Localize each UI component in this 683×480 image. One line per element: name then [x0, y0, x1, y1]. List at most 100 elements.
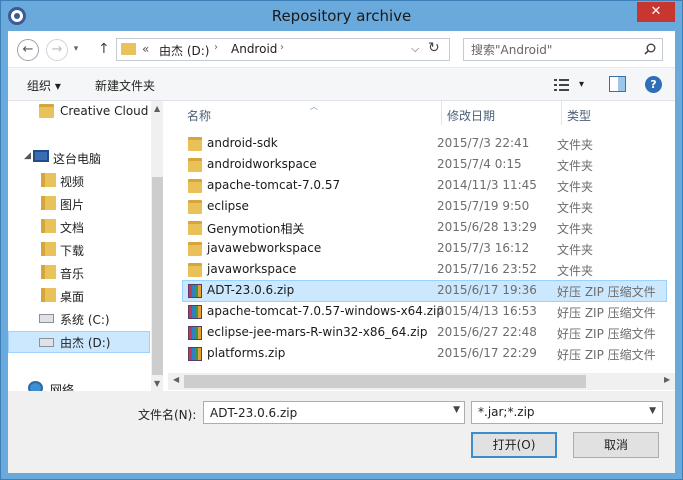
- new-folder-button[interactable]: 新建文件夹: [95, 77, 155, 94]
- chevron-down-icon[interactable]: ▼: [453, 405, 460, 415]
- file-row[interactable]: eclipse-jee-mars-R-win32-x86_64.zip 2015…: [182, 323, 667, 343]
- music-folder-icon: [41, 265, 56, 279]
- file-type: 好压 ZIP 压缩文件: [557, 285, 656, 299]
- forward-button[interactable]: →: [46, 39, 68, 61]
- column-divider[interactable]: [561, 101, 562, 125]
- sidebar-item-label: 文档: [60, 221, 85, 235]
- back-button[interactable]: ←: [17, 39, 39, 61]
- column-date[interactable]: 修改日期: [447, 107, 495, 124]
- zip-archive-icon: [188, 347, 202, 361]
- file-row[interactable]: apache-tomcat-7.0.57-windows-x64.zip 201…: [182, 302, 667, 322]
- search-box[interactable]: [463, 38, 663, 61]
- sidebar-item-this-pc[interactable]: ◢ 这台电脑: [8, 147, 150, 169]
- breadcrumb-separator[interactable]: ›: [280, 42, 284, 53]
- file-row[interactable]: platforms.zip 2015/6/17 22:29 好压 ZIP 压缩文…: [182, 344, 667, 364]
- column-name[interactable]: 名称: [187, 107, 211, 124]
- organize-button[interactable]: 组织 ▾: [27, 77, 61, 94]
- sidebar-item-creative-cloud[interactable]: Creative Cloud: [8, 101, 150, 123]
- command-bar: 组织 ▾ 新建文件夹 ▾ ?: [8, 67, 675, 101]
- sidebar-item-label: 图片: [60, 198, 85, 212]
- column-header: ︿ 名称 修改日期 类型: [168, 101, 675, 125]
- file-date: 2015/6/28 13:29: [437, 220, 537, 234]
- file-type: 好压 ZIP 压缩文件: [557, 306, 656, 320]
- filename-label: 文件名(N):: [138, 408, 197, 422]
- file-row[interactable]: Genymotion相关 2015/6/28 13:29 文件夹: [182, 218, 667, 238]
- file-type: 文件夹: [557, 243, 594, 257]
- sidebar-item-pictures[interactable]: 图片: [8, 193, 150, 215]
- up-button[interactable]: ↑: [98, 41, 110, 57]
- file-date: 2015/7/3 22:41: [437, 136, 530, 150]
- sidebar-item-system-c[interactable]: 系统 (C:): [8, 308, 150, 330]
- drive-icon: [39, 338, 54, 347]
- filetype-select[interactable]: *.jar;*.zip ▼: [471, 401, 663, 424]
- file-row-selected[interactable]: ADT-23.0.6.zip 2015/6/17 19:36 好压 ZIP 压缩…: [182, 280, 667, 302]
- preview-pane-icon[interactable]: [609, 76, 626, 92]
- folder-icon: [188, 221, 202, 235]
- sidebar-item-drive-d[interactable]: 由杰 (D:): [8, 331, 150, 353]
- folder-icon: [188, 137, 202, 151]
- dialog-footer: 文件名(N): ▼ *.jar;*.zip ▼ 打开(O) 取消: [8, 391, 675, 473]
- filename-combobox[interactable]: ▼: [203, 401, 465, 424]
- file-date: 2015/7/3 16:12: [437, 241, 530, 255]
- sidebar-item-desktop[interactable]: 桌面: [8, 285, 150, 307]
- sidebar-item-documents[interactable]: 文档: [8, 216, 150, 238]
- file-name: android-sdk: [207, 136, 278, 150]
- folder-icon: [188, 263, 202, 277]
- zip-archive-icon: [188, 305, 202, 319]
- breadcrumb-separator[interactable]: ›: [214, 42, 218, 53]
- open-button[interactable]: 打开(O): [471, 432, 557, 458]
- column-divider[interactable]: [441, 101, 442, 125]
- file-type: 文件夹: [557, 159, 594, 173]
- sidebar-item-downloads[interactable]: 下载: [8, 239, 150, 261]
- file-name: eclipse-jee-mars-R-win32-x86_64.zip: [207, 325, 428, 339]
- search-input[interactable]: [464, 39, 634, 60]
- navigation-pane: Creative Cloud ◢ 这台电脑 视频 图片 文档 下载 音乐 桌面 …: [8, 101, 163, 391]
- view-dropdown-button[interactable]: ▾: [579, 79, 584, 90]
- sidebar-item-music[interactable]: 音乐: [8, 262, 150, 284]
- file-list: ︿ 名称 修改日期 类型 android-sdk 2015/7/3 22:41 …: [168, 101, 675, 391]
- folder-icon: [188, 158, 202, 172]
- help-icon[interactable]: ?: [645, 76, 662, 93]
- breadcrumb-overflow[interactable]: «: [142, 42, 149, 56]
- path-history-dropdown[interactable]: ⌵: [411, 42, 419, 56]
- file-row[interactable]: eclipse 2015/7/19 9:50 文件夹: [182, 197, 667, 217]
- scroll-down-icon[interactable]: ▼: [154, 379, 160, 388]
- horizontal-scrollbar-thumb[interactable]: [184, 375, 586, 388]
- cancel-button[interactable]: 取消: [573, 432, 659, 458]
- file-row[interactable]: javawebworkspace 2015/7/3 16:12 文件夹: [182, 239, 667, 259]
- chevron-down-icon[interactable]: ▼: [649, 406, 656, 416]
- view-options-icon[interactable]: [554, 78, 570, 92]
- refresh-button[interactable]: ↻: [428, 40, 440, 56]
- file-date: 2015/6/17 22:29: [437, 346, 537, 360]
- file-name: androidworkspace: [207, 157, 317, 171]
- sidebar-item-network[interactable]: 网络: [8, 378, 150, 391]
- column-type[interactable]: 类型: [567, 107, 591, 124]
- sidebar-item-videos[interactable]: 视频: [8, 170, 150, 192]
- sidebar-item-label: 系统 (C:): [60, 313, 110, 327]
- file-name: apache-tomcat-7.0.57: [207, 178, 341, 192]
- computer-icon: [33, 150, 49, 162]
- file-date: 2014/11/3 11:45: [437, 178, 537, 192]
- recent-locations-dropdown[interactable]: ▾: [70, 39, 82, 61]
- file-row[interactable]: android-sdk 2015/7/3 22:41 文件夹: [182, 134, 667, 154]
- file-type: 文件夹: [557, 138, 594, 152]
- sidebar-item-label: 视频: [60, 175, 85, 189]
- file-date: 2015/7/19 9:50: [437, 199, 530, 213]
- close-button[interactable]: ✕: [637, 2, 675, 22]
- filename-input[interactable]: [204, 402, 444, 423]
- file-date: 2015/4/13 16:53: [437, 304, 537, 318]
- file-row[interactable]: javaworkspace 2015/7/16 23:52 文件夹: [182, 260, 667, 280]
- breadcrumb[interactable]: « 由杰 (D:) › Android › ⌵: [116, 38, 450, 61]
- sidebar-scrollbar-thumb[interactable]: [152, 177, 163, 375]
- search-icon[interactable]: [644, 43, 656, 55]
- videos-folder-icon: [41, 173, 56, 187]
- scroll-up-icon[interactable]: ▲: [154, 104, 160, 113]
- file-row[interactable]: androidworkspace 2015/7/4 0:15 文件夹: [182, 155, 667, 175]
- breadcrumb-android[interactable]: Android: [231, 42, 277, 56]
- scroll-left-icon[interactable]: ◀: [173, 375, 179, 384]
- filetype-value: *.jar;*.zip: [478, 405, 535, 419]
- scroll-right-icon[interactable]: ▶: [664, 375, 670, 384]
- breadcrumb-drive[interactable]: 由杰 (D:): [159, 42, 209, 59]
- file-row[interactable]: apache-tomcat-7.0.57 2014/11/3 11:45 文件夹: [182, 176, 667, 196]
- expand-caret-icon[interactable]: ◢: [24, 151, 31, 161]
